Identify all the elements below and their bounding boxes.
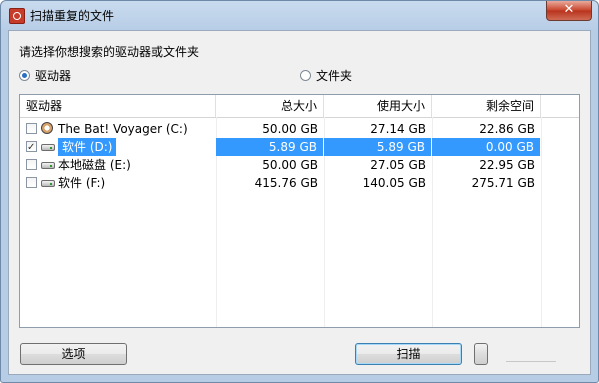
header-free[interactable]: 剩余空间 bbox=[432, 95, 541, 117]
dialog-window: 扫描重复的文件 ✕ 请选择你想搜索的驱动器或文件夹 驱动器 文件夹 驱动器 总大… bbox=[0, 0, 599, 383]
drive-icon bbox=[41, 180, 55, 187]
cell-total: 5.89 GB bbox=[216, 138, 324, 156]
row-checkbox[interactable] bbox=[26, 177, 37, 188]
cell-drive: 软件 (D:) bbox=[20, 138, 216, 157]
header-used[interactable]: 使用大小 bbox=[324, 95, 432, 117]
table-row-e[interactable]: 本地磁盘 (E:) 50.00 GB 27.05 GB 22.95 GB bbox=[20, 156, 579, 174]
scan-button[interactable]: 扫描 bbox=[355, 343, 462, 365]
drive-icon bbox=[41, 162, 55, 169]
row-checkbox[interactable] bbox=[26, 139, 37, 157]
cell-free: 22.86 GB bbox=[479, 122, 535, 136]
compass-icon bbox=[41, 122, 53, 134]
cell-free: 0.00 GB bbox=[432, 138, 541, 156]
close-icon: ✕ bbox=[563, 2, 575, 17]
row-checkbox[interactable] bbox=[26, 123, 37, 134]
instruction-text: 请选择你想搜索的驱动器或文件夹 bbox=[19, 45, 200, 59]
radio-folder[interactable]: 文件夹 bbox=[300, 67, 352, 84]
header-total[interactable]: 总大小 bbox=[216, 95, 324, 117]
radio-drives[interactable]: 驱动器 bbox=[19, 67, 71, 84]
radio-folder-indicator[interactable] bbox=[300, 70, 311, 81]
window-title: 扫描重复的文件 bbox=[30, 9, 115, 23]
table-row-c[interactable]: The Bat! Voyager (C:) 50.00 GB 27.14 GB … bbox=[20, 120, 579, 138]
radio-drives-label: 驱动器 bbox=[35, 69, 72, 83]
cell-used: 5.89 GB bbox=[324, 138, 432, 156]
extra-button[interactable] bbox=[474, 343, 488, 365]
cell-free: 22.95 GB bbox=[479, 158, 535, 172]
cell-free: 275.71 GB bbox=[471, 176, 535, 190]
cell-drive: 本地磁盘 (E:) bbox=[20, 156, 216, 174]
title-bar[interactable]: 扫描重复的文件 ✕ bbox=[1, 1, 598, 29]
cell-drive: The Bat! Voyager (C:) bbox=[20, 120, 216, 138]
app-logo-icon bbox=[9, 8, 25, 24]
row-checkbox[interactable] bbox=[26, 159, 37, 170]
cell-used: 27.14 GB bbox=[370, 122, 426, 136]
drive-name: 软件 (F:) bbox=[58, 176, 106, 190]
drive-name: 软件 (D:) bbox=[58, 138, 117, 156]
table-row-f[interactable]: 软件 (F:) 415.76 GB 140.05 GB 275.71 GB bbox=[20, 174, 579, 192]
cell-total: 50.00 GB bbox=[262, 122, 318, 136]
cell-used: 27.05 GB bbox=[370, 158, 426, 172]
close-button[interactable]: ✕ bbox=[546, 1, 592, 21]
radio-folder-label: 文件夹 bbox=[316, 69, 353, 83]
drive-name: 本地磁盘 (E:) bbox=[58, 158, 131, 172]
status-area bbox=[506, 345, 556, 362]
radio-drives-indicator[interactable] bbox=[19, 70, 30, 81]
header-drive[interactable]: 驱动器 bbox=[20, 95, 216, 117]
options-button[interactable]: 选项 bbox=[20, 343, 127, 365]
cell-drive: 软件 (F:) bbox=[20, 174, 216, 192]
dialog-body: 请选择你想搜索的驱动器或文件夹 驱动器 文件夹 驱动器 总大小 使用大小 剩余空… bbox=[8, 30, 591, 375]
drive-name: The Bat! Voyager (C:) bbox=[58, 122, 188, 136]
list-header: 驱动器 总大小 使用大小 剩余空间 bbox=[20, 95, 579, 118]
drive-list[interactable]: 驱动器 总大小 使用大小 剩余空间 The Bat! Voyager (C:) … bbox=[19, 94, 580, 328]
cell-total: 50.00 GB bbox=[262, 158, 318, 172]
table-row-d[interactable]: 软件 (D:) 5.89 GB 5.89 GB 0.00 GB bbox=[20, 138, 579, 157]
drive-icon bbox=[41, 144, 55, 151]
cell-used: 140.05 GB bbox=[362, 176, 426, 190]
cell-total: 415.76 GB bbox=[254, 176, 318, 190]
